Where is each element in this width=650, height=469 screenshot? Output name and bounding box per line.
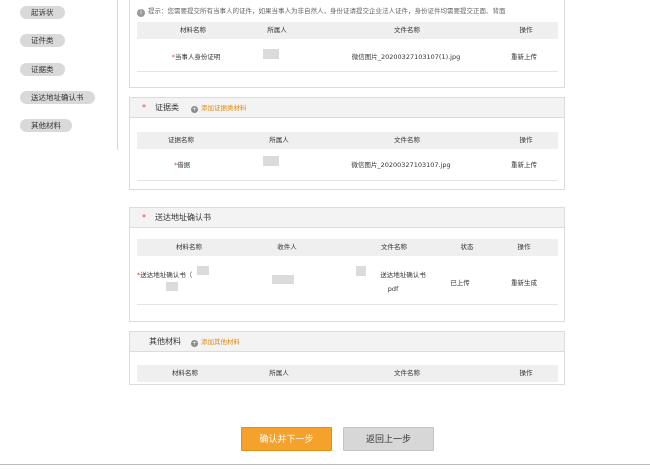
column-header: 操作 (519, 136, 533, 144)
redacted-filename-prefix (356, 266, 366, 276)
panel-title: 送达地址确认书 (155, 213, 211, 222)
add-other-materials-link[interactable]: + 添加其他材料 (191, 332, 240, 352)
plus-icon: + (191, 106, 198, 113)
required-marker: * (142, 213, 146, 222)
hint-text: i 提示：您需要提交所有当事人的证件，如果当事人为非自然人，身份证请提交企业法人证… (137, 5, 506, 17)
redacted-name (197, 266, 209, 275)
redacted-recipient (272, 275, 294, 284)
panel-header: 其他材料 + 添加其他材料 (130, 332, 564, 352)
sidebar-item-id-documents[interactable]: 证件类 (20, 34, 65, 47)
column-header: 所属人 (267, 26, 287, 34)
column-header: 文件名称 (394, 26, 420, 34)
confirm-next-button[interactable]: 确认并下一步 (241, 427, 332, 451)
info-icon: i (137, 9, 145, 17)
divider (0, 464, 650, 465)
other-table-header: 材料名称 所属人 文件名称 操作 (137, 365, 558, 382)
other-materials-panel: 其他材料 + 添加其他材料 材料名称 所属人 文件名称 操作 (129, 331, 565, 385)
column-header: 材料名称 (180, 26, 206, 34)
sidebar-item-complaint[interactable]: 起诉状 (20, 6, 65, 19)
column-header: 证据名称 (168, 136, 194, 144)
panel-header: * 送达地址确认书 (130, 208, 564, 228)
add-evidence-link[interactable]: + 添加证据类材料 (191, 98, 247, 118)
table-cell-file-name[interactable]: 微信图片_20200327103107(1).jpg (352, 51, 460, 61)
panel-header: * 证据类 + 添加证据类材料 (130, 98, 564, 118)
column-header: 材料名称 (172, 369, 198, 377)
sidebar-item-evidence[interactable]: 证据类 (20, 63, 65, 76)
redacted-owner (263, 49, 279, 59)
column-header: 所属人 (269, 369, 289, 377)
column-header: 收件人 (277, 243, 297, 251)
table-cell-file-ext[interactable]: pdf (388, 285, 399, 293)
panel-title: 其他材料 (149, 337, 181, 346)
row-divider (137, 304, 558, 305)
table-cell-file-name[interactable]: 送达地址确认书 (380, 269, 426, 279)
evidence-table-header: 证据名称 所属人 文件名称 操作 (137, 132, 558, 149)
column-header: 操作 (517, 243, 531, 251)
column-header: 材料名称 (176, 243, 202, 251)
table-cell-file-name[interactable]: 微信图片_20200327103107.jpg (351, 159, 450, 169)
status-text: 已上传 (450, 279, 470, 287)
address-table-header: 材料名称 收件人 文件名称 状态 操作 (137, 239, 558, 256)
table-cell-material-name: *当事人身份证明 (171, 53, 221, 61)
regenerate-link[interactable]: 重新生成 (511, 277, 537, 287)
table-cell-evidence-name: *借据 (173, 161, 191, 169)
column-header: 状态 (460, 243, 474, 251)
evidence-panel: * 证据类 + 添加证据类材料 证据名称 所属人 文件名称 操作 *借据 微信图片… (129, 97, 565, 190)
back-button[interactable]: 返回上一步 (343, 427, 434, 451)
column-header: 文件名称 (381, 243, 407, 251)
panel-title: 证据类 (155, 103, 179, 112)
redacted-owner (263, 156, 279, 166)
sidebar: 起诉状 证件类 证据类 送达地址确认书 其他材料 (0, 0, 118, 150)
column-header: 操作 (519, 369, 533, 377)
column-header: 文件名称 (394, 369, 420, 377)
reupload-link[interactable]: 重新上传 (511, 51, 537, 61)
sidebar-item-other-materials[interactable]: 其他材料 (20, 119, 72, 132)
column-header: 文件名称 (394, 136, 420, 144)
sidebar-item-address-confirmation[interactable]: 送达地址确认书 (20, 91, 95, 104)
id-table-header: 材料名称 所属人 文件名称 操作 (137, 22, 558, 39)
table-cell-material-name: *送达地址确认书（ (137, 271, 193, 279)
address-confirmation-panel: * 送达地址确认书 材料名称 收件人 文件名称 状态 操作 *送达地址确认书（ … (129, 207, 565, 322)
plus-icon: + (191, 340, 198, 347)
reupload-link[interactable]: 重新上传 (511, 159, 537, 169)
row-divider (137, 71, 558, 72)
column-header: 操作 (519, 26, 533, 34)
required-marker: * (142, 103, 146, 112)
redacted-name (166, 282, 178, 291)
row-divider (137, 180, 558, 181)
column-header: 所属人 (269, 136, 289, 144)
